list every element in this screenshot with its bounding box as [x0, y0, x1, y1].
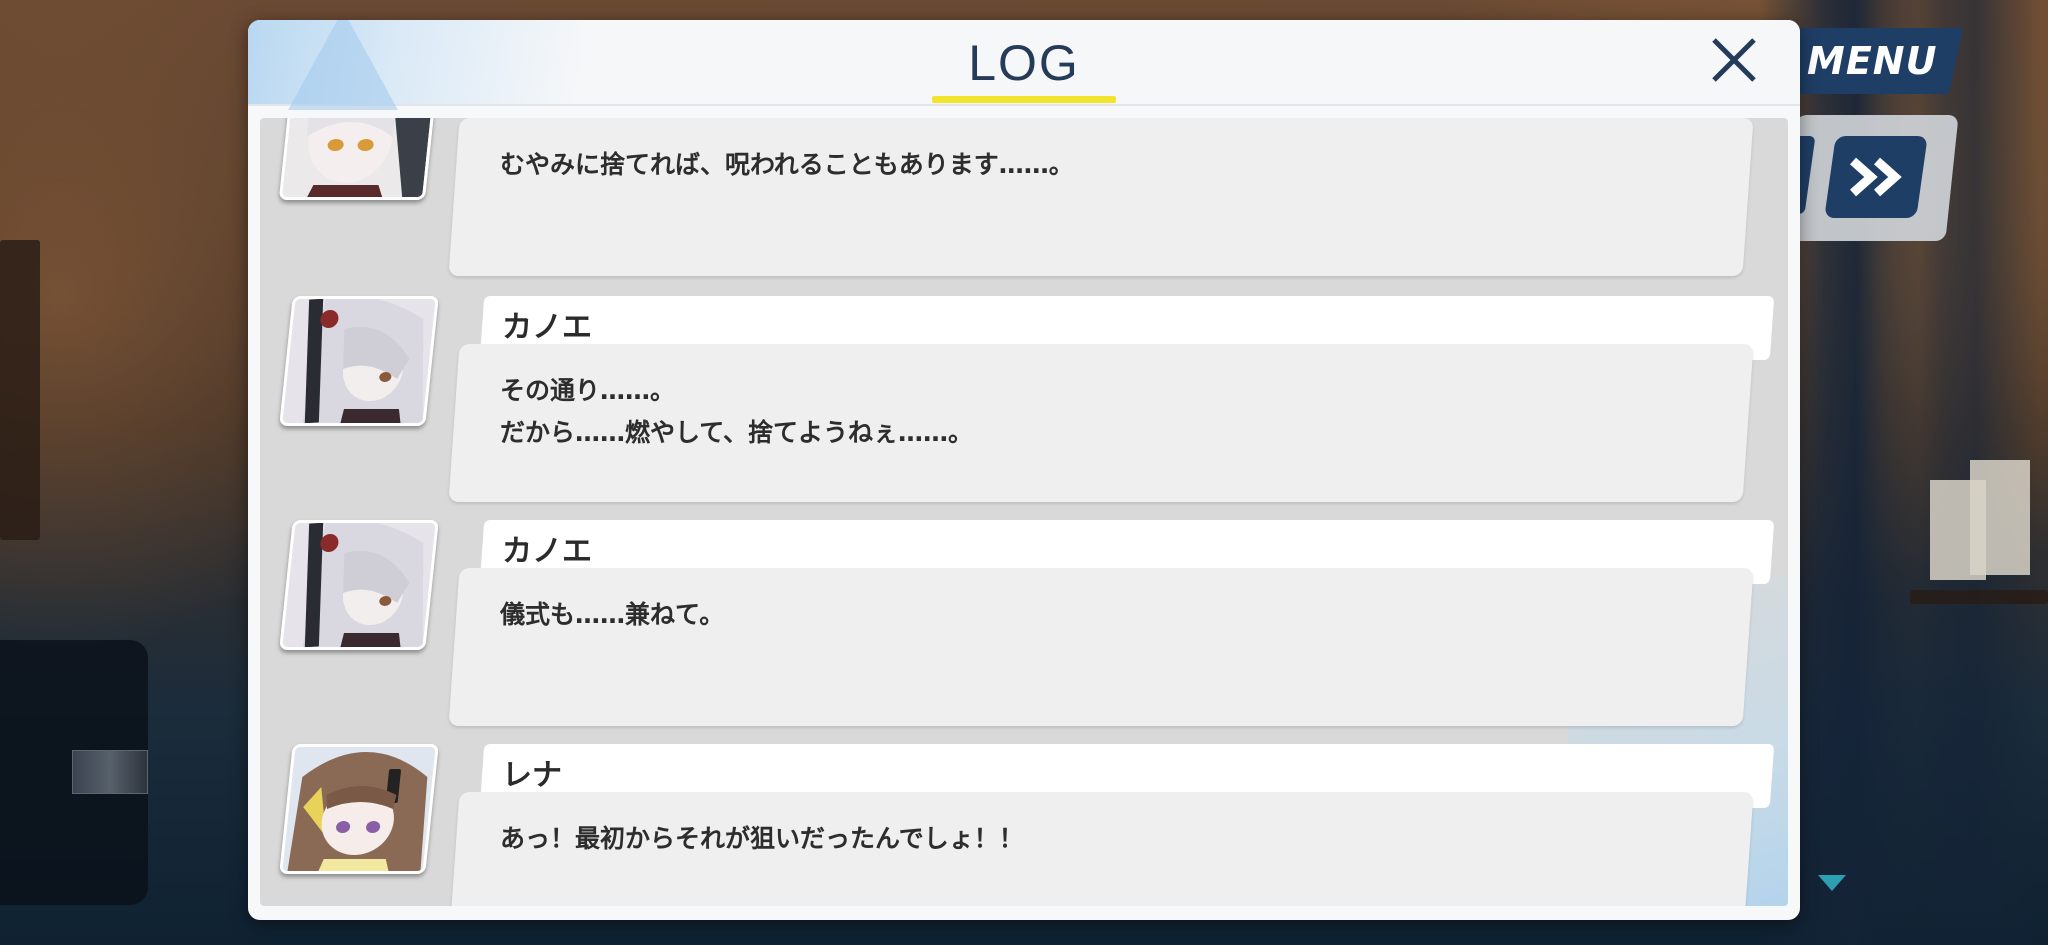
dialog-header: LOG	[248, 20, 1800, 110]
message-line: むやみに捨てれば、呪われることもあります……。	[500, 150, 1074, 179]
message-text: その通り……。 だから……燃やして、捨てようねぇ……。	[500, 370, 973, 454]
thumbnail-image[interactable]	[72, 750, 148, 794]
log-entry: カノエ その通り……。 だから……燃やして、捨てようねぇ……。	[260, 290, 1788, 504]
menu-button[interactable]: MENU	[1780, 28, 1964, 94]
portrait-art	[282, 523, 436, 647]
message-line: だから……燃やして、捨てようねぇ……。	[500, 418, 974, 447]
portrait-art	[282, 118, 436, 197]
message-text: むやみに捨てれば、呪われることもあります……。	[500, 144, 1074, 186]
skip-button[interactable]	[1824, 136, 1928, 218]
speaker-name: カノエ	[502, 534, 592, 569]
character-portrait-kanoe	[279, 520, 439, 650]
wall-paper	[1970, 460, 2030, 575]
character-portrait-kanoe	[279, 296, 439, 426]
menu-button-label: MENU	[1806, 39, 1938, 83]
speaker-name: レナ	[502, 758, 562, 793]
log-entry: カノエ 儀式も……兼ねて。	[260, 514, 1788, 728]
speaker-name: カノエ	[502, 310, 592, 345]
character-portrait-white-hair-red-eyes	[278, 118, 440, 200]
close-icon[interactable]	[1706, 32, 1762, 88]
page-title: LOG	[968, 35, 1080, 91]
shelf	[0, 240, 40, 540]
title-underline	[932, 96, 1116, 103]
message-line: その通り……。	[500, 376, 676, 405]
log-list[interactable]: むやみに捨てれば、呪われることもあります……。 カノエ その通り……。 だから……	[260, 118, 1788, 906]
log-dialog: LOG むやみに捨てれば、呪われることもあります……。 カノエ その通り……。 …	[248, 20, 1800, 920]
message-line: 儀式も……兼ねて。	[500, 600, 725, 629]
shelf	[1910, 590, 2048, 604]
log-entry: レナ あっ！最初からそれが狙いだったんでしょ！！	[260, 738, 1788, 906]
message-bubble	[448, 118, 1754, 276]
fast-forward-icon	[1850, 157, 1902, 197]
portrait-art	[282, 299, 436, 423]
log-entry: むやみに捨てれば、呪われることもあります……。	[260, 118, 1788, 278]
portrait-art	[282, 747, 436, 871]
message-text: 儀式も……兼ねて。	[500, 594, 724, 636]
triangle-down-icon	[1818, 875, 1846, 891]
message-bubble	[448, 568, 1754, 726]
message-text: あっ！最初からそれが狙いだったんでしょ！！	[500, 818, 1024, 860]
character-portrait-rena	[279, 744, 439, 874]
message-line: あっ！最初からそれが狙いだったんでしょ！！	[500, 824, 1024, 853]
